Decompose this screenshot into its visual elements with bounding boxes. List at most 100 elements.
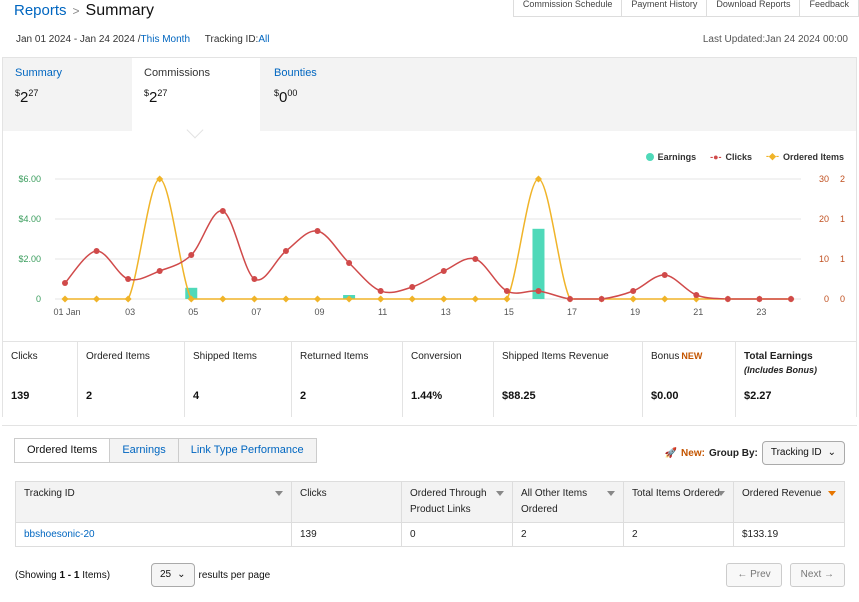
chevron-down-icon: ⌄ xyxy=(177,569,186,580)
x-tick-label: 19 xyxy=(630,307,640,317)
col-ordered-through-links[interactable]: Ordered Through Product Links xyxy=(401,481,513,523)
clicks-point xyxy=(503,288,510,294)
cell-clicks: 139 xyxy=(291,522,402,547)
download-reports-button[interactable]: Download Reports xyxy=(706,0,801,17)
x-tick-label: 21 xyxy=(693,307,703,317)
tab-ordered-items[interactable]: Ordered Items xyxy=(14,438,111,463)
breadcrumb: Reports > Summary xyxy=(14,2,154,20)
x-tick-label: 15 xyxy=(504,307,514,317)
col-clicks[interactable]: Clicks xyxy=(291,481,402,523)
tab-link-type-performance[interactable]: Link Type Performance xyxy=(177,438,317,463)
ordered-items-point xyxy=(313,295,322,303)
metric-returned-items: Returned Items 2 xyxy=(292,342,403,417)
ordered-items-line xyxy=(65,178,791,300)
tab-summary-value: $227 xyxy=(15,88,39,106)
clicks-point xyxy=(756,296,763,302)
tab-commissions-value: $227 xyxy=(144,88,168,106)
sort-icon xyxy=(275,491,283,496)
sort-icon xyxy=(607,491,615,496)
commission-schedule-button[interactable]: Commission Schedule xyxy=(512,0,623,17)
col-all-other-items[interactable]: All Other Items Ordered xyxy=(512,481,624,523)
feedback-button[interactable]: Feedback xyxy=(799,0,859,17)
clicks-point xyxy=(377,288,384,294)
per-page-select[interactable]: 25 ⌄ xyxy=(151,563,195,587)
x-tick-label: 13 xyxy=(441,307,451,317)
clicks-point xyxy=(535,288,542,294)
ordered-items-point xyxy=(250,295,258,303)
metric-clicks: Clicks 139 xyxy=(3,342,78,417)
top-actions: Commission Schedule Payment History Down… xyxy=(512,0,859,17)
col-ordered-revenue[interactable]: Ordered Revenue xyxy=(733,481,845,523)
ordered-items-point xyxy=(408,295,416,303)
tab-bounties-label: Bounties xyxy=(274,67,317,79)
tab-summary-label: Summary xyxy=(15,67,63,79)
x-tick-label: 07 xyxy=(251,307,261,317)
date-range[interactable]: Jan 01 2024 - Jan 24 2024 / xyxy=(16,34,141,45)
x-tick-label: 03 xyxy=(125,307,135,317)
y-tick-label-clicks: 20 xyxy=(819,214,829,224)
table-row: bbshoesonic-20 139 0 2 2 $133.19 xyxy=(15,522,845,547)
clicks-point xyxy=(440,268,447,274)
tab-earnings[interactable]: Earnings xyxy=(109,438,179,463)
ordered-items-point xyxy=(124,295,132,303)
x-tick-label: 09 xyxy=(315,307,325,317)
ordered-items-point xyxy=(629,295,637,303)
this-month-link[interactable]: This Month xyxy=(141,34,190,45)
x-tick-label: 11 xyxy=(378,307,387,317)
metrics-row: Clicks 139 Ordered Items 2 Shipped Items 4 … xyxy=(3,341,856,417)
col-tracking-id[interactable]: Tracking ID xyxy=(15,481,292,523)
y-tick-label-ordered: 2 xyxy=(840,174,845,184)
tracking-id-link[interactable]: All xyxy=(258,34,269,45)
arrow-right-icon: → xyxy=(821,569,834,580)
breadcrumb-reports-link[interactable]: Reports xyxy=(14,2,67,19)
cell-all-other: 2 xyxy=(512,522,624,547)
clicks-point xyxy=(661,272,668,278)
report-tabs: Ordered Items Earnings Link Type Perform… xyxy=(14,438,317,463)
ordered-items-point xyxy=(61,295,69,303)
metric-bonus: Bonus NEW $0.00 xyxy=(643,342,736,417)
next-button[interactable]: Next → xyxy=(789,563,845,587)
clicks-point xyxy=(472,256,479,262)
clicks-point xyxy=(788,296,794,302)
ordered-items-point xyxy=(377,295,385,303)
y-tick-label-left: $6.00 xyxy=(18,174,41,184)
tab-commissions-label: Commissions xyxy=(144,67,211,79)
clicks-point xyxy=(724,296,731,302)
y-tick-label-left: $4.00 xyxy=(18,214,41,224)
clicks-point xyxy=(314,228,321,234)
x-tick-label: 17 xyxy=(567,307,577,317)
clicks-point xyxy=(219,208,226,214)
ordered-items-point xyxy=(471,295,479,303)
clicks-point xyxy=(156,268,163,274)
tracking-id-label: Tracking ID: xyxy=(204,34,259,45)
page-header: Reports > Summary Commission Schedule Paym… xyxy=(0,0,859,58)
chevron-down-icon: ⌄ xyxy=(827,447,836,458)
ordered-items-point xyxy=(219,295,227,303)
page-title: Summary xyxy=(85,2,154,19)
tab-commissions[interactable]: Commissions $227 xyxy=(132,58,260,131)
clicks-point xyxy=(567,296,574,302)
prev-button[interactable]: ← Prev xyxy=(726,563,782,587)
y-tick-label-clicks: 10 xyxy=(819,254,829,264)
ordered-items-table: Tracking ID Clicks Ordered Through Produ… xyxy=(15,481,845,547)
cell-ordered-through: 0 xyxy=(401,522,513,547)
payment-history-button[interactable]: Payment History xyxy=(621,0,708,17)
tab-bounties[interactable]: Bounties $000 xyxy=(262,58,390,131)
sort-icon xyxy=(496,491,504,496)
y-tick-label-clicks: 30 xyxy=(819,174,829,184)
sort-icon xyxy=(717,491,725,496)
col-total-items[interactable]: Total Items Ordered xyxy=(623,481,734,523)
clicks-point xyxy=(630,288,637,294)
breadcrumb-separator: > xyxy=(72,4,80,18)
cell-tracking-id[interactable]: bbshoesonic-20 xyxy=(15,522,292,547)
x-tick-label: 05 xyxy=(188,307,198,317)
arrow-left-icon: ← xyxy=(737,569,751,580)
cell-total-items: 2 xyxy=(623,522,734,547)
ordered-items-point xyxy=(661,295,669,303)
metric-conversion: Conversion 1.44% xyxy=(403,342,494,417)
clicks-point xyxy=(188,252,195,258)
cell-ordered-revenue: $133.19 xyxy=(733,522,845,547)
group-by-select[interactable]: Tracking ID ⌄ xyxy=(761,441,845,465)
tab-summary[interactable]: Summary $227 xyxy=(3,58,131,131)
summary-panel: Summary $227 Commissions $227 Bounties $… xyxy=(2,57,857,417)
